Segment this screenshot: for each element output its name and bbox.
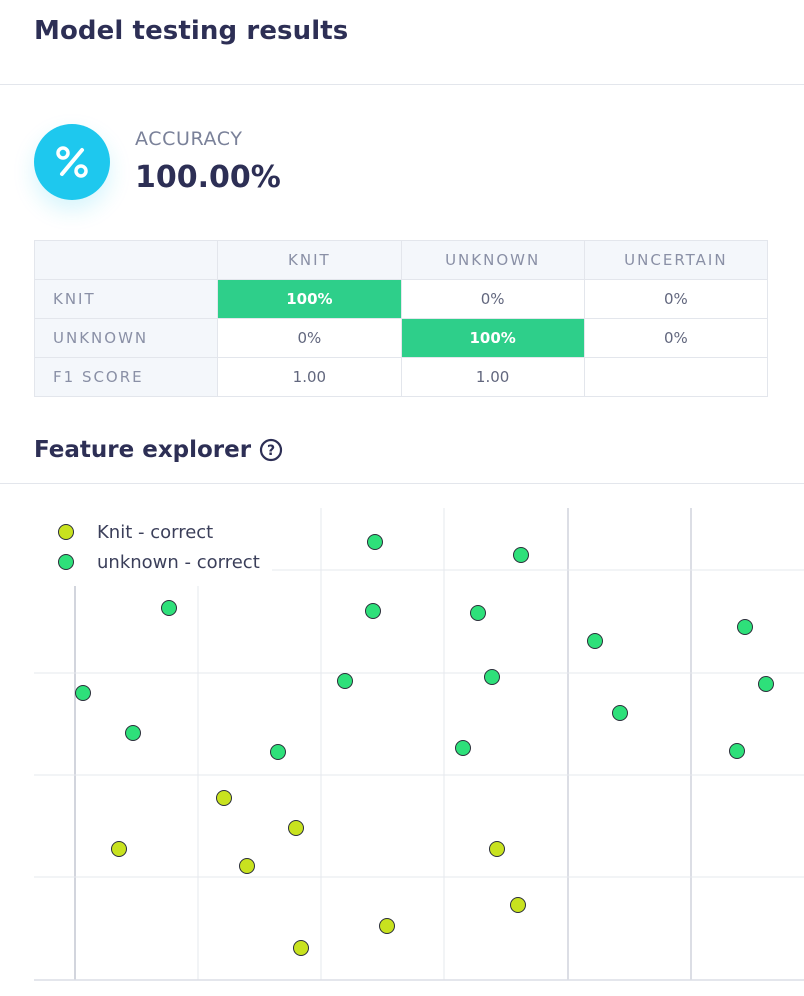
chart-legend: Knit - correct unknown - correct [40,512,272,574]
data-point[interactable] [612,705,628,721]
question-circle-icon[interactable]: ? [259,438,283,462]
legend-marker [58,524,74,540]
data-point[interactable] [379,918,395,934]
percent-icon [34,124,110,200]
matrix-cell [583,357,769,397]
data-point[interactable] [729,743,745,759]
data-point[interactable] [489,841,505,857]
data-point[interactable] [484,669,500,685]
matrix-cell: 0% [400,279,585,319]
data-point[interactable] [293,940,309,956]
matrix-cell: 100% [217,279,402,319]
page-title: Model testing results [34,16,349,46]
data-points [75,534,774,956]
data-point[interactable] [239,858,255,874]
matrix-col-uncertain: UNCERTAIN [583,240,769,280]
data-point[interactable] [365,603,381,619]
matrix-cell: 0% [217,318,402,358]
data-point[interactable] [75,685,91,701]
data-point[interactable] [510,897,526,913]
data-point[interactable] [587,633,603,649]
feature-explorer-title: Feature explorer [34,437,252,463]
matrix-row-f1: F1 SCORE 1.00 1.00 [33,357,769,397]
matrix-cell: 1.00 [217,357,402,397]
confusion-matrix: KNIT UNKNOWN UNCERTAIN KNIT 100% 0% 0% U… [33,240,769,397]
matrix-corner [33,240,219,280]
matrix-row-unknown: UNKNOWN 0% 100% 0% [33,318,769,358]
legend-label: unknown - correct [97,552,260,573]
legend-label: Knit - correct [97,522,213,543]
data-point[interactable] [288,820,304,836]
data-point[interactable] [216,790,232,806]
matrix-row-label: KNIT [33,279,219,319]
matrix-cell: 0% [583,318,769,358]
data-point[interactable] [161,600,177,616]
matrix-row-label: F1 SCORE [33,357,219,397]
matrix-row-label: UNKNOWN [33,318,219,358]
legend-marker [58,554,74,570]
data-point[interactable] [513,547,529,563]
data-point[interactable] [125,725,141,741]
accuracy-value: 100.00% [135,160,281,195]
data-point[interactable] [111,841,127,857]
help-glyph: ? [267,443,275,459]
data-point[interactable] [337,673,353,689]
data-point[interactable] [470,605,486,621]
data-point[interactable] [455,740,471,756]
matrix-cell: 1.00 [400,357,585,397]
grid [34,508,804,981]
feature-explorer-heading: Feature explorer ? [34,437,283,463]
matrix-col-knit: KNIT [217,240,402,280]
matrix-col-unknown: UNKNOWN [400,240,585,280]
data-point[interactable] [758,676,774,692]
feature-scatter-plot[interactable]: Knit - correct unknown - correct [0,484,804,996]
matrix-row-knit: KNIT 100% 0% 0% [33,279,769,319]
data-point[interactable] [367,534,383,550]
accuracy-label: ACCURACY [135,128,243,150]
percent-glyph [56,146,88,178]
page-header: Model testing results [0,0,804,85]
matrix-cell: 0% [583,279,769,319]
data-point[interactable] [737,619,753,635]
matrix-cell: 100% [400,318,585,358]
data-point[interactable] [270,744,286,760]
